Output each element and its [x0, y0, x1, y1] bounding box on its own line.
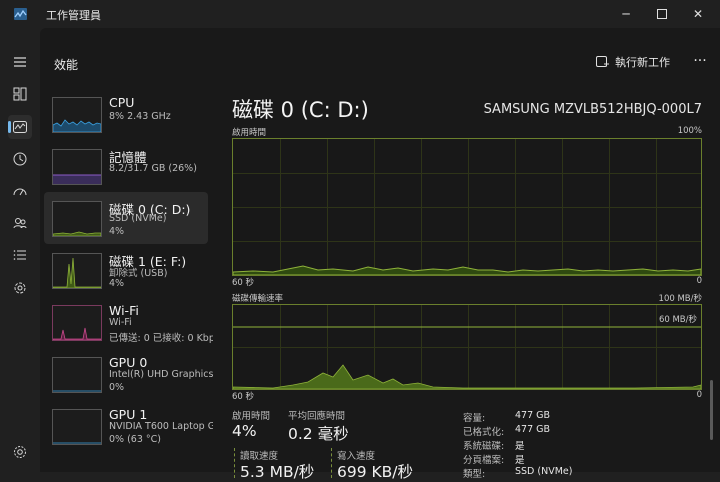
title-bar: 工作管理員 ─ ✕	[0, 0, 720, 28]
read-speed-marker	[234, 448, 235, 478]
resource-gpu-0[interactable]: GPU 0 Intel(R) UHD Graphics 0%	[44, 348, 213, 400]
resource-usage: 已傳送: 0 已接收: 0 Kbps	[109, 333, 213, 344]
scrollbar-thumb[interactable]	[710, 380, 713, 440]
resource-usage: 0% (63 °C)	[109, 434, 161, 445]
type-label: 類型:	[463, 469, 486, 480]
active-time-graph-line	[233, 265, 701, 275]
formatted-value: 477 GB	[515, 424, 551, 435]
active-time-stat-label: 啟用時間	[232, 411, 271, 422]
settings-icon	[14, 446, 26, 458]
disk-model: SAMSUNG MZVLB512HBJQ-000L7	[483, 102, 702, 117]
resource-detail: 卸除式 (USB)	[109, 268, 168, 279]
processes-icon	[13, 87, 27, 101]
users-icon	[13, 218, 27, 229]
resource-name: Wi-Fi	[109, 303, 139, 318]
memory-thumbnail-graph	[52, 149, 102, 185]
details-icon	[13, 250, 26, 260]
active-time-graph-label: 啟用時間	[232, 128, 267, 138]
maximize-button[interactable]	[651, 4, 673, 24]
nav-performance[interactable]	[8, 115, 32, 139]
nav-processes[interactable]	[8, 82, 32, 106]
resource-detail: 8% 2.43 GHz	[109, 111, 171, 122]
transfer-rate-max-label: 100 MB/秒	[658, 294, 702, 304]
resource-disk-1[interactable]: 磁碟 1 (E: F:) 卸除式 (USB) 4%	[44, 244, 208, 296]
active-time-graph	[232, 138, 702, 276]
services-icon	[14, 282, 26, 294]
run-new-task-label: 執行新工作	[615, 56, 670, 69]
wifi-thumbnail-graph	[52, 305, 102, 341]
startup-apps-icon	[13, 188, 27, 196]
write-speed-marker	[331, 448, 332, 478]
write-speed-value: 699 KB/秒	[337, 463, 414, 481]
gpu0-thumbnail-graph	[52, 357, 102, 393]
resource-memory[interactable]: 記憶體 8.2/31.7 GB (26%)	[44, 140, 208, 192]
resource-cpu[interactable]: CPU 8% 2.43 GHz	[44, 88, 208, 140]
resource-detail: Wi-Fi	[109, 317, 132, 328]
resource-usage: 4%	[109, 278, 125, 289]
main-panel: 效能 執行新工作 ··· CPU 8% 2.43 GHz 記憶體 8.2/31.…	[40, 28, 720, 481]
read-speed-value: 5.3 MB/秒	[240, 463, 315, 481]
system-disk-label: 系統磁碟:	[463, 441, 505, 452]
active-time-x-right: 0	[696, 276, 702, 286]
resource-detail: SSD (NVMe)	[109, 213, 167, 224]
disk0-thumbnail-graph	[52, 201, 102, 237]
nav-users[interactable]	[8, 211, 32, 235]
capacity-label: 容量:	[463, 413, 486, 424]
transfer-rate-graph-label: 磁碟傳輸速率	[232, 294, 284, 304]
nav-details[interactable]	[8, 243, 32, 267]
window-title: 工作管理員	[46, 9, 101, 22]
active-indicator	[8, 121, 11, 133]
cpu-thumbnail-graph	[52, 97, 102, 133]
nav-settings[interactable]	[8, 440, 32, 464]
resource-usage: 4%	[109, 226, 125, 237]
nav-startup-apps[interactable]	[8, 179, 32, 203]
transfer-rate-x-right: 0	[696, 390, 702, 400]
transfer-rate-graph: 60 MB/秒	[232, 304, 702, 390]
page-title: 效能	[54, 58, 79, 72]
app-history-icon	[13, 152, 27, 166]
resource-detail: 8.2/31.7 GB (26%)	[109, 163, 197, 174]
response-time-stat-value: 0.2 毫秒	[288, 425, 349, 443]
nav-services[interactable]	[8, 276, 32, 300]
page-file-label: 分頁檔案:	[463, 455, 505, 466]
run-task-icon	[596, 55, 609, 67]
performance-icon	[13, 121, 27, 133]
system-disk-value: 是	[515, 441, 525, 452]
run-new-task-button[interactable]: 執行新工作	[596, 52, 670, 72]
active-time-stat-value: 4%	[232, 422, 257, 440]
hamburger-icon	[14, 57, 26, 67]
task-manager-app-icon	[14, 8, 27, 20]
gpu1-thumbnail-graph	[52, 409, 102, 445]
transfer-rate-x-left: 60 秒	[232, 392, 255, 402]
resource-list: CPU 8% 2.43 GHz 記憶體 8.2/31.7 GB (26%) 磁碟…	[40, 88, 213, 472]
resource-detail: Intel(R) UHD Graphics	[109, 369, 213, 380]
minimize-button[interactable]: ─	[615, 4, 637, 24]
active-time-max-label: 100%	[677, 126, 702, 136]
resource-name: GPU 1	[109, 407, 148, 422]
transfer-rate-graph-line	[233, 326, 701, 389]
more-options-button[interactable]: ···	[690, 52, 710, 72]
nav-app-history[interactable]	[8, 147, 32, 171]
resource-gpu-1[interactable]: GPU 1 NVIDIA T600 Laptop GPU 0% (63 °C)	[44, 400, 213, 452]
resource-wifi[interactable]: Wi-Fi Wi-Fi 已傳送: 0 已接收: 0 Kbps	[44, 296, 213, 348]
response-time-stat-label: 平均回應時間	[288, 411, 346, 422]
resource-name: GPU 0	[109, 355, 148, 370]
formatted-label: 已格式化:	[463, 427, 505, 438]
resource-name: CPU	[109, 95, 135, 110]
active-time-x-left: 60 秒	[232, 278, 255, 288]
capacity-value: 477 GB	[515, 410, 551, 421]
resource-disk-0[interactable]: 磁碟 0 (C: D:) SSD (NVMe) 4%	[44, 192, 208, 244]
left-navigation	[0, 28, 40, 472]
transfer-rate-mid-label: 60 MB/秒	[658, 315, 697, 325]
resource-usage: 0%	[109, 382, 125, 393]
disk-title: 磁碟 0 (C: D:)	[232, 98, 369, 122]
close-button[interactable]: ✕	[687, 4, 709, 24]
page-file-value: 是	[515, 455, 525, 466]
disk-detail-panel: 磁碟 0 (C: D:) SAMSUNG MZVLB512HBJQ-000L7 …	[230, 88, 702, 481]
maximize-icon	[657, 9, 667, 19]
disk1-thumbnail-graph	[52, 253, 102, 289]
hamburger-button[interactable]	[8, 50, 32, 74]
resource-detail: NVIDIA T600 Laptop GPU	[109, 421, 213, 432]
